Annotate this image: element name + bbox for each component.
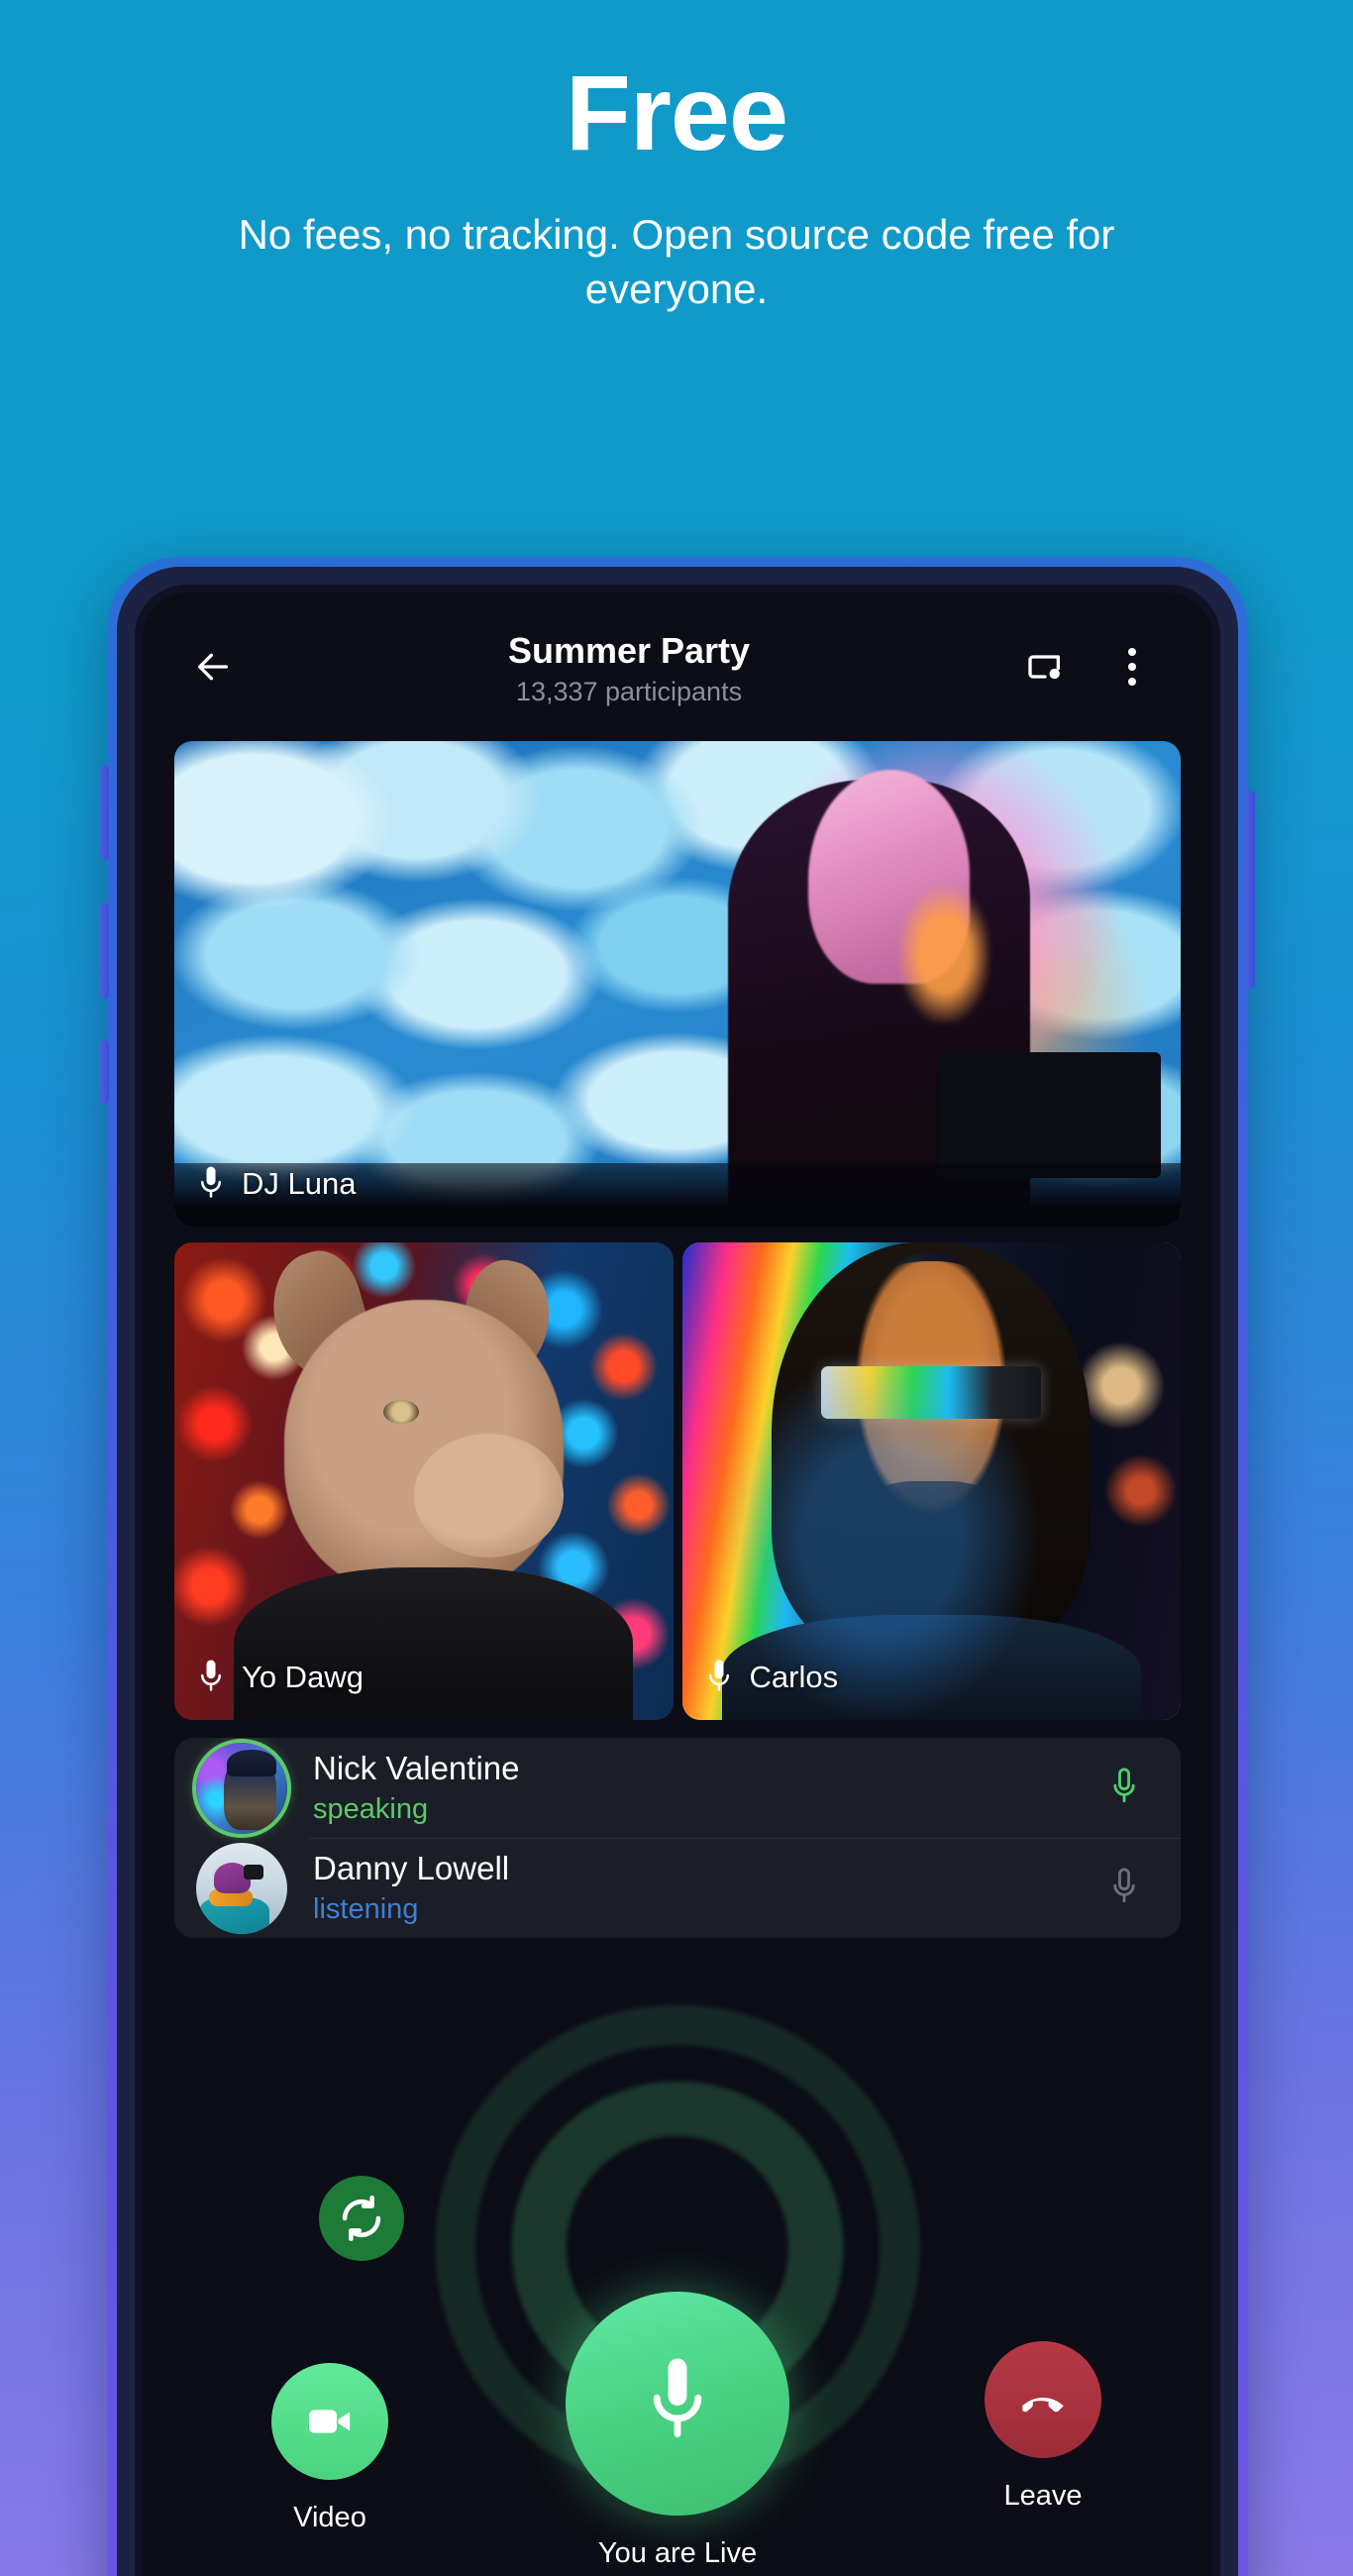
call-title: Summer Party	[507, 629, 751, 671]
phone-bezel: Summer Party 13,337 participants DJ Luna…	[135, 585, 1220, 2576]
video-tile-carlos[interactable]: Carlos	[681, 1242, 1181, 1720]
avatar	[196, 1842, 287, 1934]
avatar	[196, 1742, 287, 1834]
flip-camera-icon	[342, 2195, 381, 2242]
participant-status: speaking	[313, 1793, 429, 1826]
tile-participant-name: Carlos	[749, 1660, 839, 1694]
flip-camera-button[interactable]	[319, 2176, 404, 2261]
mic-control: You are Live	[566, 2292, 789, 2570]
video-feed-image	[174, 1242, 674, 1720]
arrow-left-icon	[198, 653, 228, 681]
overflow-menu-button[interactable]	[1095, 630, 1169, 703]
leave-control-label: Leave	[1003, 2480, 1083, 2512]
participant-list: Nick Valentine speaking Danny Lowell lis…	[174, 1738, 1181, 1938]
participant-row-danny-lowell[interactable]: Danny Lowell listening	[174, 1838, 1181, 1938]
tile-label: DJ Luna	[196, 1163, 356, 1205]
video-tile-yo-dawg[interactable]: Yo Dawg	[174, 1242, 674, 1720]
participant-mic-button[interactable]	[1097, 1765, 1151, 1812]
microphone-icon	[201, 1166, 221, 1198]
phone-screen: Summer Party 13,337 participants DJ Luna…	[143, 592, 1212, 2576]
video-feed-image	[174, 741, 1181, 1227]
leave-control: Leave	[985, 2341, 1101, 2513]
tile-participant-name: DJ Luna	[242, 1166, 357, 1201]
tile-label: Yo Dawg	[196, 1657, 364, 1698]
video-tile-dj-luna[interactable]: DJ Luna	[174, 741, 1181, 1227]
participant-status: listening	[313, 1893, 419, 1926]
promo-page: Free No fees, no tracking. Open source c…	[0, 0, 1353, 2576]
participant-count: 13,337 participants	[515, 677, 743, 707]
participant-mic-button[interactable]	[1097, 1865, 1151, 1912]
video-feed-image	[681, 1242, 1181, 1720]
participant-name: Danny Lowell	[313, 1849, 510, 1886]
screen-share-icon	[1028, 655, 1060, 680]
phone-mockup: Summer Party 13,337 participants DJ Luna…	[100, 557, 1255, 2576]
microphone-icon-muted	[1113, 1867, 1135, 1902]
participant-info: Nick Valentine speaking	[313, 1749, 1097, 1827]
call-app-bar: Summer Party 13,337 participants	[143, 592, 1212, 741]
video-camera-icon	[309, 2410, 351, 2433]
call-header-titles: Summer Party 13,337 participants	[250, 630, 1008, 707]
phone-side-button-volume-up[interactable]	[100, 765, 109, 860]
participant-name: Nick Valentine	[313, 1749, 520, 1786]
app-bar-actions	[1008, 630, 1169, 703]
microphone-icon	[653, 2358, 702, 2437]
phone-frame-inner: Summer Party 13,337 participants DJ Luna…	[117, 567, 1238, 2576]
screen-share-button[interactable]	[1008, 630, 1082, 703]
promo-text-block: Free No fees, no tracking. Open source c…	[0, 59, 1353, 316]
microphone-icon	[201, 1660, 221, 1691]
more-vertical-icon	[1128, 648, 1136, 686]
phone-side-button-volume-down[interactable]	[100, 904, 109, 999]
tile-participant-name: Yo Dawg	[242, 1660, 364, 1694]
promo-headline: Free	[565, 53, 788, 172]
mic-toggle-button[interactable]	[566, 2292, 789, 2516]
back-button[interactable]	[176, 630, 250, 703]
mic-control-label: You are Live	[597, 2537, 758, 2569]
video-tile-row: Yo Dawg Carlos	[174, 1242, 1181, 1720]
participant-row-nick-valentine[interactable]: Nick Valentine speaking	[174, 1738, 1181, 1838]
video-control-label: Video	[293, 2502, 366, 2533]
video-grid: DJ Luna Yo Dawg Carlos	[143, 741, 1212, 1720]
video-toggle-button[interactable]	[271, 2363, 388, 2480]
leave-call-button[interactable]	[985, 2341, 1101, 2458]
video-control: Video	[271, 2363, 388, 2534]
phone-side-button-power[interactable]	[1246, 791, 1255, 989]
call-controls: Video You are Live Leave	[143, 1989, 1212, 2576]
microphone-icon	[1113, 1767, 1135, 1802]
phone-side-button-extra[interactable]	[100, 1040, 109, 1104]
promo-subheadline: No fees, no tracking. Open source code f…	[238, 211, 1115, 312]
participant-info: Danny Lowell listening	[313, 1849, 1097, 1927]
tile-label: Carlos	[704, 1657, 839, 1698]
microphone-icon	[708, 1660, 729, 1691]
hang-up-icon	[1022, 2397, 1064, 2413]
